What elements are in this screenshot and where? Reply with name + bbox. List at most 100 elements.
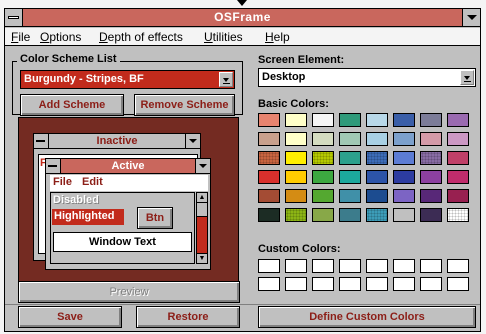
color-swatch[interactable] — [339, 151, 361, 165]
custom-color-slot[interactable] — [339, 259, 361, 273]
color-swatch[interactable] — [312, 132, 334, 146]
color-swatch[interactable] — [447, 113, 469, 127]
color-swatch[interactable] — [420, 151, 442, 165]
menu-depth-of-effects[interactable]: Depth of effects — [99, 30, 183, 44]
color-swatch[interactable] — [258, 132, 280, 146]
color-swatch[interactable] — [366, 208, 388, 222]
color-swatch[interactable] — [420, 170, 442, 184]
color-swatch[interactable] — [393, 132, 415, 146]
color-swatch[interactable] — [285, 208, 307, 222]
custom-color-slot[interactable] — [285, 259, 307, 273]
color-swatch[interactable] — [393, 113, 415, 127]
color-swatch[interactable] — [312, 113, 334, 127]
custom-color-slot[interactable] — [312, 259, 334, 273]
color-swatch[interactable] — [339, 189, 361, 203]
color-swatch[interactable] — [366, 170, 388, 184]
color-swatch[interactable] — [258, 170, 280, 184]
scheme-dropdown[interactable]: Burgundy - Stripes, BF — [20, 70, 235, 89]
color-swatch[interactable] — [339, 208, 361, 222]
custom-color-slot[interactable] — [285, 277, 307, 291]
preview-menu-file: File — [53, 176, 72, 188]
color-swatch[interactable] — [312, 189, 334, 203]
color-swatch[interactable] — [366, 132, 388, 146]
chevron-down-icon — [199, 164, 207, 168]
system-menu-icon — [8, 16, 19, 19]
color-swatch[interactable] — [285, 113, 307, 127]
chevron-down-icon — [189, 139, 197, 143]
color-swatch[interactable] — [312, 208, 334, 222]
custom-color-slot[interactable] — [366, 277, 388, 291]
custom-color-slot[interactable] — [258, 277, 280, 291]
color-swatch[interactable] — [285, 151, 307, 165]
menu-file[interactable]: File — [11, 30, 30, 44]
menu-utilities[interactable]: Utilities — [204, 30, 243, 44]
preview-inactive-title: Inactive — [96, 135, 138, 147]
custom-color-slot[interactable] — [420, 277, 442, 291]
preview-menu-bar: File Edit — [50, 175, 208, 191]
color-swatch[interactable] — [258, 113, 280, 127]
color-swatch[interactable] — [420, 208, 442, 222]
restore-button[interactable]: Restore — [136, 306, 240, 328]
preview-inactive-sysmenu — [34, 134, 49, 148]
color-swatch[interactable] — [366, 113, 388, 127]
custom-color-slot[interactable] — [366, 259, 388, 273]
pointer-arrow-icon — [237, 0, 247, 6]
color-swatch[interactable] — [447, 170, 469, 184]
custom-color-slot[interactable] — [312, 277, 334, 291]
separator — [5, 304, 480, 305]
preview-button[interactable]: Preview — [18, 281, 240, 303]
color-swatch[interactable] — [447, 208, 469, 222]
color-swatch[interactable] — [393, 170, 415, 184]
remove-scheme-label: Remove Scheme — [140, 99, 229, 111]
color-swatch[interactable] — [366, 189, 388, 203]
color-swatch[interactable] — [258, 189, 280, 203]
add-scheme-button[interactable]: Add Scheme — [20, 94, 124, 116]
color-swatch[interactable] — [393, 208, 415, 222]
color-swatch[interactable] — [420, 189, 442, 203]
custom-color-slot[interactable] — [258, 259, 280, 273]
color-swatch[interactable] — [393, 189, 415, 203]
color-swatch[interactable] — [312, 170, 334, 184]
color-swatch[interactable] — [258, 208, 280, 222]
chevron-down-icon — [223, 78, 229, 82]
color-swatch[interactable] — [285, 189, 307, 203]
chevron-down-icon — [467, 15, 477, 20]
custom-color-slot[interactable] — [393, 277, 415, 291]
color-swatch[interactable] — [285, 170, 307, 184]
system-menu-button[interactable] — [5, 9, 23, 26]
color-swatch[interactable] — [447, 189, 469, 203]
menu-help[interactable]: Help — [265, 30, 290, 44]
screen-element-arrow[interactable] — [460, 70, 474, 85]
preview-client-area: Disabled Highlighted Btn Window Text — [50, 192, 195, 264]
custom-color-slot[interactable] — [447, 277, 469, 291]
color-swatch[interactable] — [366, 151, 388, 165]
preview-inactive-arrow — [185, 134, 200, 148]
menu-options[interactable]: Options — [40, 30, 81, 44]
preview-disabled-text: Disabled — [53, 194, 99, 206]
save-button[interactable]: Save — [18, 306, 122, 328]
custom-color-slot[interactable] — [447, 259, 469, 273]
custom-color-slot[interactable] — [393, 259, 415, 273]
color-swatch[interactable] — [393, 151, 415, 165]
color-swatch[interactable] — [420, 132, 442, 146]
color-swatch[interactable] — [447, 151, 469, 165]
preview-sample-button: Btn — [137, 207, 173, 229]
color-swatch[interactable] — [447, 132, 469, 146]
color-swatch[interactable] — [312, 151, 334, 165]
custom-color-slot[interactable] — [339, 277, 361, 291]
color-swatch[interactable] — [258, 151, 280, 165]
minimize-button[interactable] — [462, 9, 480, 26]
screen-element-label: Screen Element: — [258, 54, 345, 66]
color-swatch[interactable] — [339, 170, 361, 184]
preview-inactive-titlebar: Inactive — [34, 134, 200, 149]
color-swatch[interactable] — [285, 132, 307, 146]
color-swatch[interactable] — [339, 132, 361, 146]
screen-element-dropdown[interactable]: Desktop — [258, 68, 476, 87]
custom-color-slot[interactable] — [420, 259, 442, 273]
scheme-dropdown-arrow[interactable] — [219, 72, 233, 87]
color-swatch[interactable] — [420, 113, 442, 127]
define-custom-colors-button[interactable]: Define Custom Colors — [258, 306, 476, 328]
custom-colors-label: Custom Colors: — [258, 243, 341, 255]
color-swatch[interactable] — [339, 113, 361, 127]
remove-scheme-button[interactable]: Remove Scheme — [134, 94, 235, 116]
